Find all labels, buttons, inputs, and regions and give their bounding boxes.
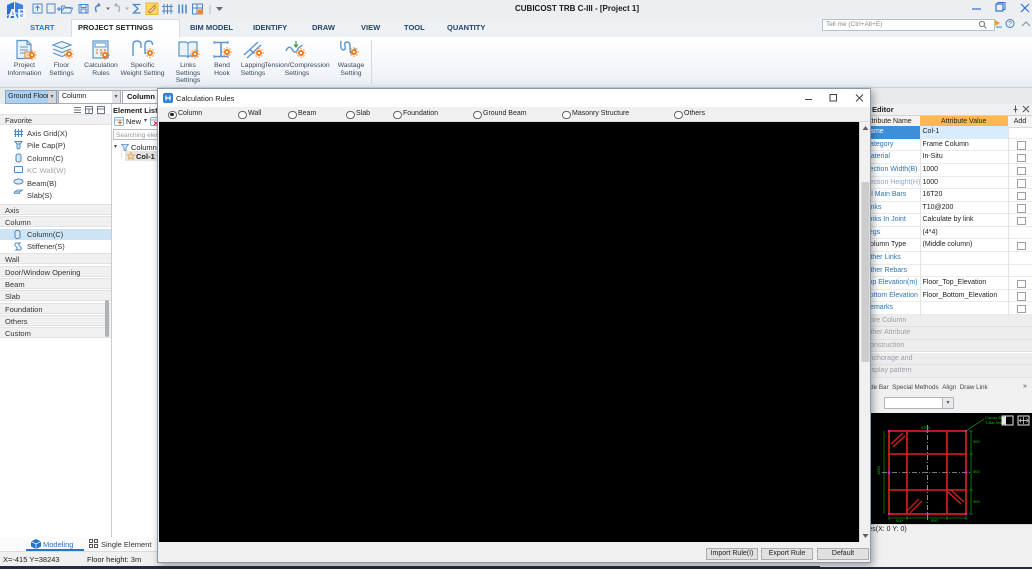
svg-text:1650: 1650 [876, 465, 881, 475]
svg-text:T-Bar link: T-Bar link [985, 420, 1002, 425]
svg-text:500: 500 [896, 518, 903, 523]
svg-text:900: 900 [973, 439, 980, 444]
svg-text:900: 900 [973, 469, 980, 474]
svg-text:500: 500 [931, 518, 938, 523]
svg-text:900: 900 [973, 499, 980, 504]
svg-text:?: ? [1008, 21, 1012, 28]
svg-text:3250: 3250 [921, 425, 931, 430]
